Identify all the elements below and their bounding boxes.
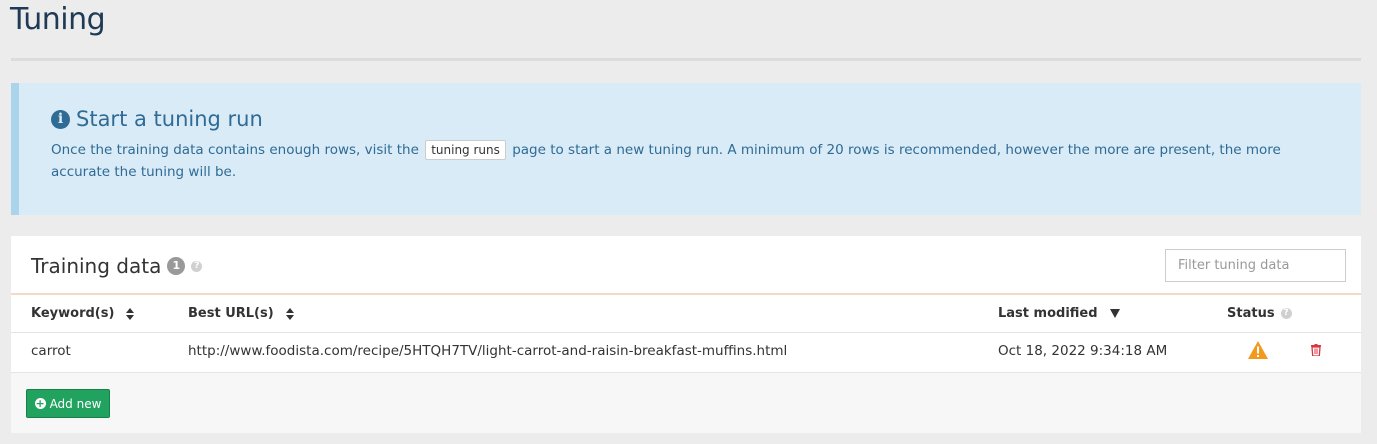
panel-title: Training data 1 ? [31,254,203,278]
plus-circle-icon: + [34,397,46,410]
callout-heading: i Start a tuning run [51,107,263,131]
delete-icon[interactable] [1311,344,1321,360]
table-header: Keyword(s) Best URL(s) Last modified Sta… [11,295,1361,333]
tuning-runs-link[interactable]: tuning runs [425,140,506,160]
sort-desc-icon[interactable] [1109,309,1120,318]
count-badge: 1 [167,257,186,275]
filter-input[interactable] [1165,249,1346,282]
column-status: Status ? [1227,306,1292,321]
column-keywords[interactable]: Keyword(s) [31,306,135,321]
callout-text: Once the training data contains enough r… [51,139,1331,183]
table-row[interactable]: carrot http://www.foodista.com/recipe/5H… [11,333,1361,373]
column-status-label: Status [1227,306,1275,321]
column-best-urls[interactable]: Best URL(s) [188,306,294,321]
help-icon[interactable]: ? [191,260,203,272]
column-best-urls-label: Best URL(s) [188,306,274,321]
cell-keywords: carrot [31,343,71,359]
add-new-button[interactable]: + Add new [26,389,110,418]
info-callout: i Start a tuning run Once the training d… [11,83,1361,215]
cell-last-modified: Oct 18, 2022 9:34:18 AM [998,343,1168,359]
add-new-label: Add new [49,396,102,411]
callout-title: Start a tuning run [76,107,263,131]
info-icon: i [51,109,70,129]
sort-icon[interactable] [126,307,135,320]
training-data-panel: Training data 1 ? Keyword(s) Best URL(s)… [11,236,1361,433]
title-divider [11,58,1361,61]
training-data-title: Training data [31,254,162,278]
column-last-modified-label: Last modified [998,306,1098,321]
page-title: Tuning [10,2,106,37]
help-icon[interactable]: ? [1280,308,1292,319]
panel-header: Training data 1 ? [11,236,1361,295]
cell-best-url: http://www.foodista.com/recipe/5HTQH7TV/… [188,343,788,359]
sort-icon[interactable] [285,307,294,320]
warning-icon[interactable] [1248,341,1268,363]
column-keywords-label: Keyword(s) [31,306,115,321]
callout-text-before: Once the training data contains enough r… [51,142,419,158]
column-last-modified[interactable]: Last modified [998,306,1120,321]
